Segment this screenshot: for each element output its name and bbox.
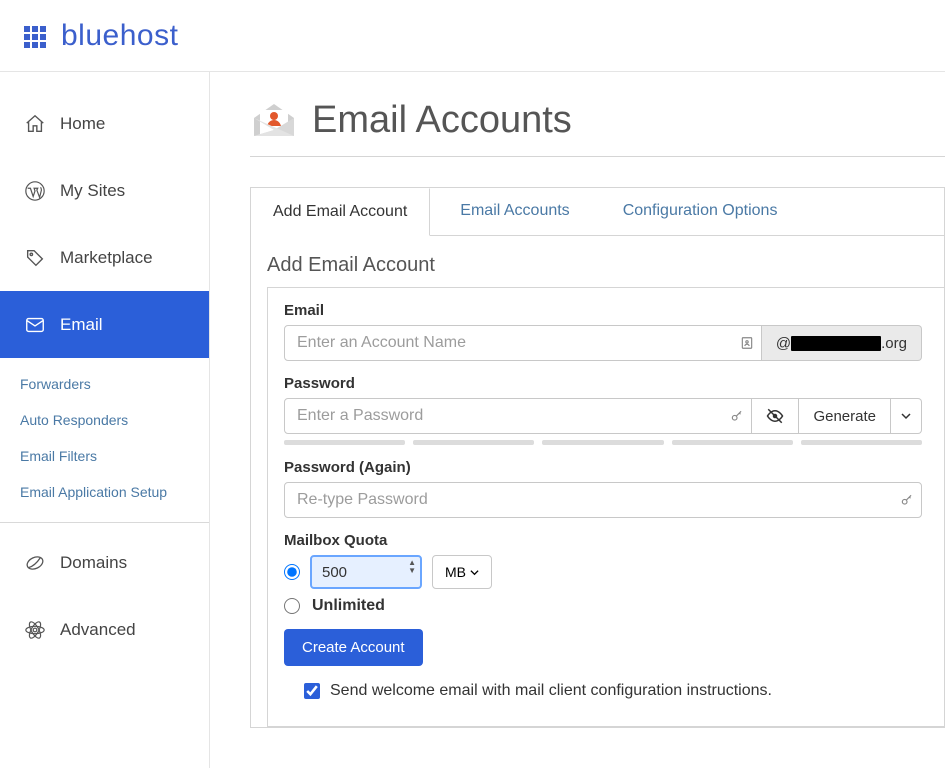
password-strength-meter bbox=[284, 440, 922, 445]
nav-list: Home My Sites Marketplace Email bbox=[0, 90, 209, 358]
domain-tld: .org bbox=[881, 335, 907, 352]
sublist-forwarders[interactable]: Forwarders bbox=[0, 366, 209, 402]
mail-icon bbox=[24, 314, 46, 336]
nav-list-lower: Domains Advanced bbox=[0, 529, 209, 663]
tabs: Add Email Account Email Accounts Configu… bbox=[251, 188, 944, 236]
password-again-label: Password (Again) bbox=[284, 459, 922, 476]
field-password-again: Password (Again) bbox=[284, 459, 922, 518]
field-email: Email @ .org bbox=[284, 302, 922, 361]
generate-password-button[interactable]: Generate bbox=[799, 398, 891, 434]
quota-unit-button[interactable]: MB bbox=[432, 555, 492, 589]
home-icon bbox=[24, 113, 46, 135]
section-title: Add Email Account bbox=[267, 254, 944, 277]
domain-at: @ bbox=[776, 335, 791, 352]
page-heading: Email Accounts bbox=[250, 96, 945, 157]
password-again-input[interactable] bbox=[284, 482, 922, 518]
sublist-appsetup[interactable]: Email Application Setup bbox=[0, 474, 209, 510]
quota-label: Mailbox Quota bbox=[284, 532, 922, 549]
sublist-filters[interactable]: Email Filters bbox=[0, 438, 209, 474]
sidebar-item-mysites[interactable]: My Sites bbox=[0, 157, 209, 224]
eye-off-icon bbox=[766, 407, 784, 425]
sidebar-item-home[interactable]: Home bbox=[0, 90, 209, 157]
sidebar-item-label: Marketplace bbox=[60, 248, 153, 268]
password-input[interactable] bbox=[284, 398, 752, 434]
welcome-row: Send welcome email with mail client conf… bbox=[284, 682, 922, 700]
welcome-email-label: Send welcome email with mail client conf… bbox=[330, 682, 772, 700]
sidebar-item-label: My Sites bbox=[60, 181, 125, 201]
key-icon bbox=[900, 482, 914, 518]
toggle-visibility-button[interactable] bbox=[752, 398, 799, 434]
generate-options-button[interactable] bbox=[891, 398, 922, 434]
topbar: bluehost bbox=[0, 0, 945, 72]
quota-unit-label: MB bbox=[445, 564, 466, 580]
panel: Add Email Account Email Accounts Configu… bbox=[250, 187, 945, 728]
sidebar-item-advanced[interactable]: Advanced bbox=[0, 596, 209, 663]
email-input[interactable] bbox=[284, 325, 762, 361]
atom-icon bbox=[24, 619, 46, 641]
tag-icon bbox=[24, 247, 46, 269]
wordpress-icon bbox=[24, 180, 46, 202]
sidebar-item-label: Advanced bbox=[60, 620, 136, 640]
tab-config-opts[interactable]: Configuration Options bbox=[601, 188, 801, 235]
sidebar-item-marketplace[interactable]: Marketplace bbox=[0, 224, 209, 291]
sublist-autorespond[interactable]: Auto Responders bbox=[0, 402, 209, 438]
email-sublist: Forwarders Auto Responders Email Filters… bbox=[0, 358, 209, 523]
email-label: Email bbox=[284, 302, 922, 319]
logo-grid-icon bbox=[24, 26, 46, 48]
caret-down-icon bbox=[901, 411, 911, 421]
quota-unlimited-label: Unlimited bbox=[312, 597, 385, 615]
welcome-email-checkbox[interactable] bbox=[304, 683, 320, 699]
brand-name: bluehost bbox=[61, 19, 178, 53]
caret-down-icon bbox=[470, 568, 479, 577]
sidebar-item-email[interactable]: Email bbox=[0, 291, 209, 358]
sidebar: Home My Sites Marketplace Email bbox=[0, 72, 210, 768]
sidebar-item-label: Email bbox=[60, 315, 103, 335]
field-password: Password Generate bbox=[284, 375, 922, 445]
envelope-person-icon bbox=[250, 96, 298, 144]
sidebar-item-domains[interactable]: Domains bbox=[0, 529, 209, 596]
quota-limited-radio[interactable] bbox=[284, 564, 300, 580]
domain-redacted bbox=[791, 336, 881, 351]
page-title: Email Accounts bbox=[312, 99, 572, 142]
field-quota: Mailbox Quota ▲▼ MB bbox=[284, 532, 922, 615]
quota-value-input[interactable] bbox=[310, 555, 422, 589]
sidebar-item-label: Home bbox=[60, 114, 105, 134]
contact-card-icon bbox=[740, 325, 754, 361]
main: Email Accounts Add Email Account Email A… bbox=[210, 72, 945, 768]
email-domain-addon: @ .org bbox=[762, 325, 922, 361]
tab-email-accts[interactable]: Email Accounts bbox=[438, 188, 592, 235]
create-account-button[interactable]: Create Account bbox=[284, 629, 423, 666]
tab-add-email[interactable]: Add Email Account bbox=[251, 188, 430, 236]
sidebar-item-label: Domains bbox=[60, 553, 127, 573]
key-icon bbox=[730, 398, 744, 434]
leaf-icon bbox=[24, 552, 46, 574]
password-label: Password bbox=[284, 375, 922, 392]
stepper-icon[interactable]: ▲▼ bbox=[408, 559, 416, 575]
form: Email @ .org bbox=[267, 287, 944, 727]
quota-unlimited-radio[interactable] bbox=[284, 598, 300, 614]
